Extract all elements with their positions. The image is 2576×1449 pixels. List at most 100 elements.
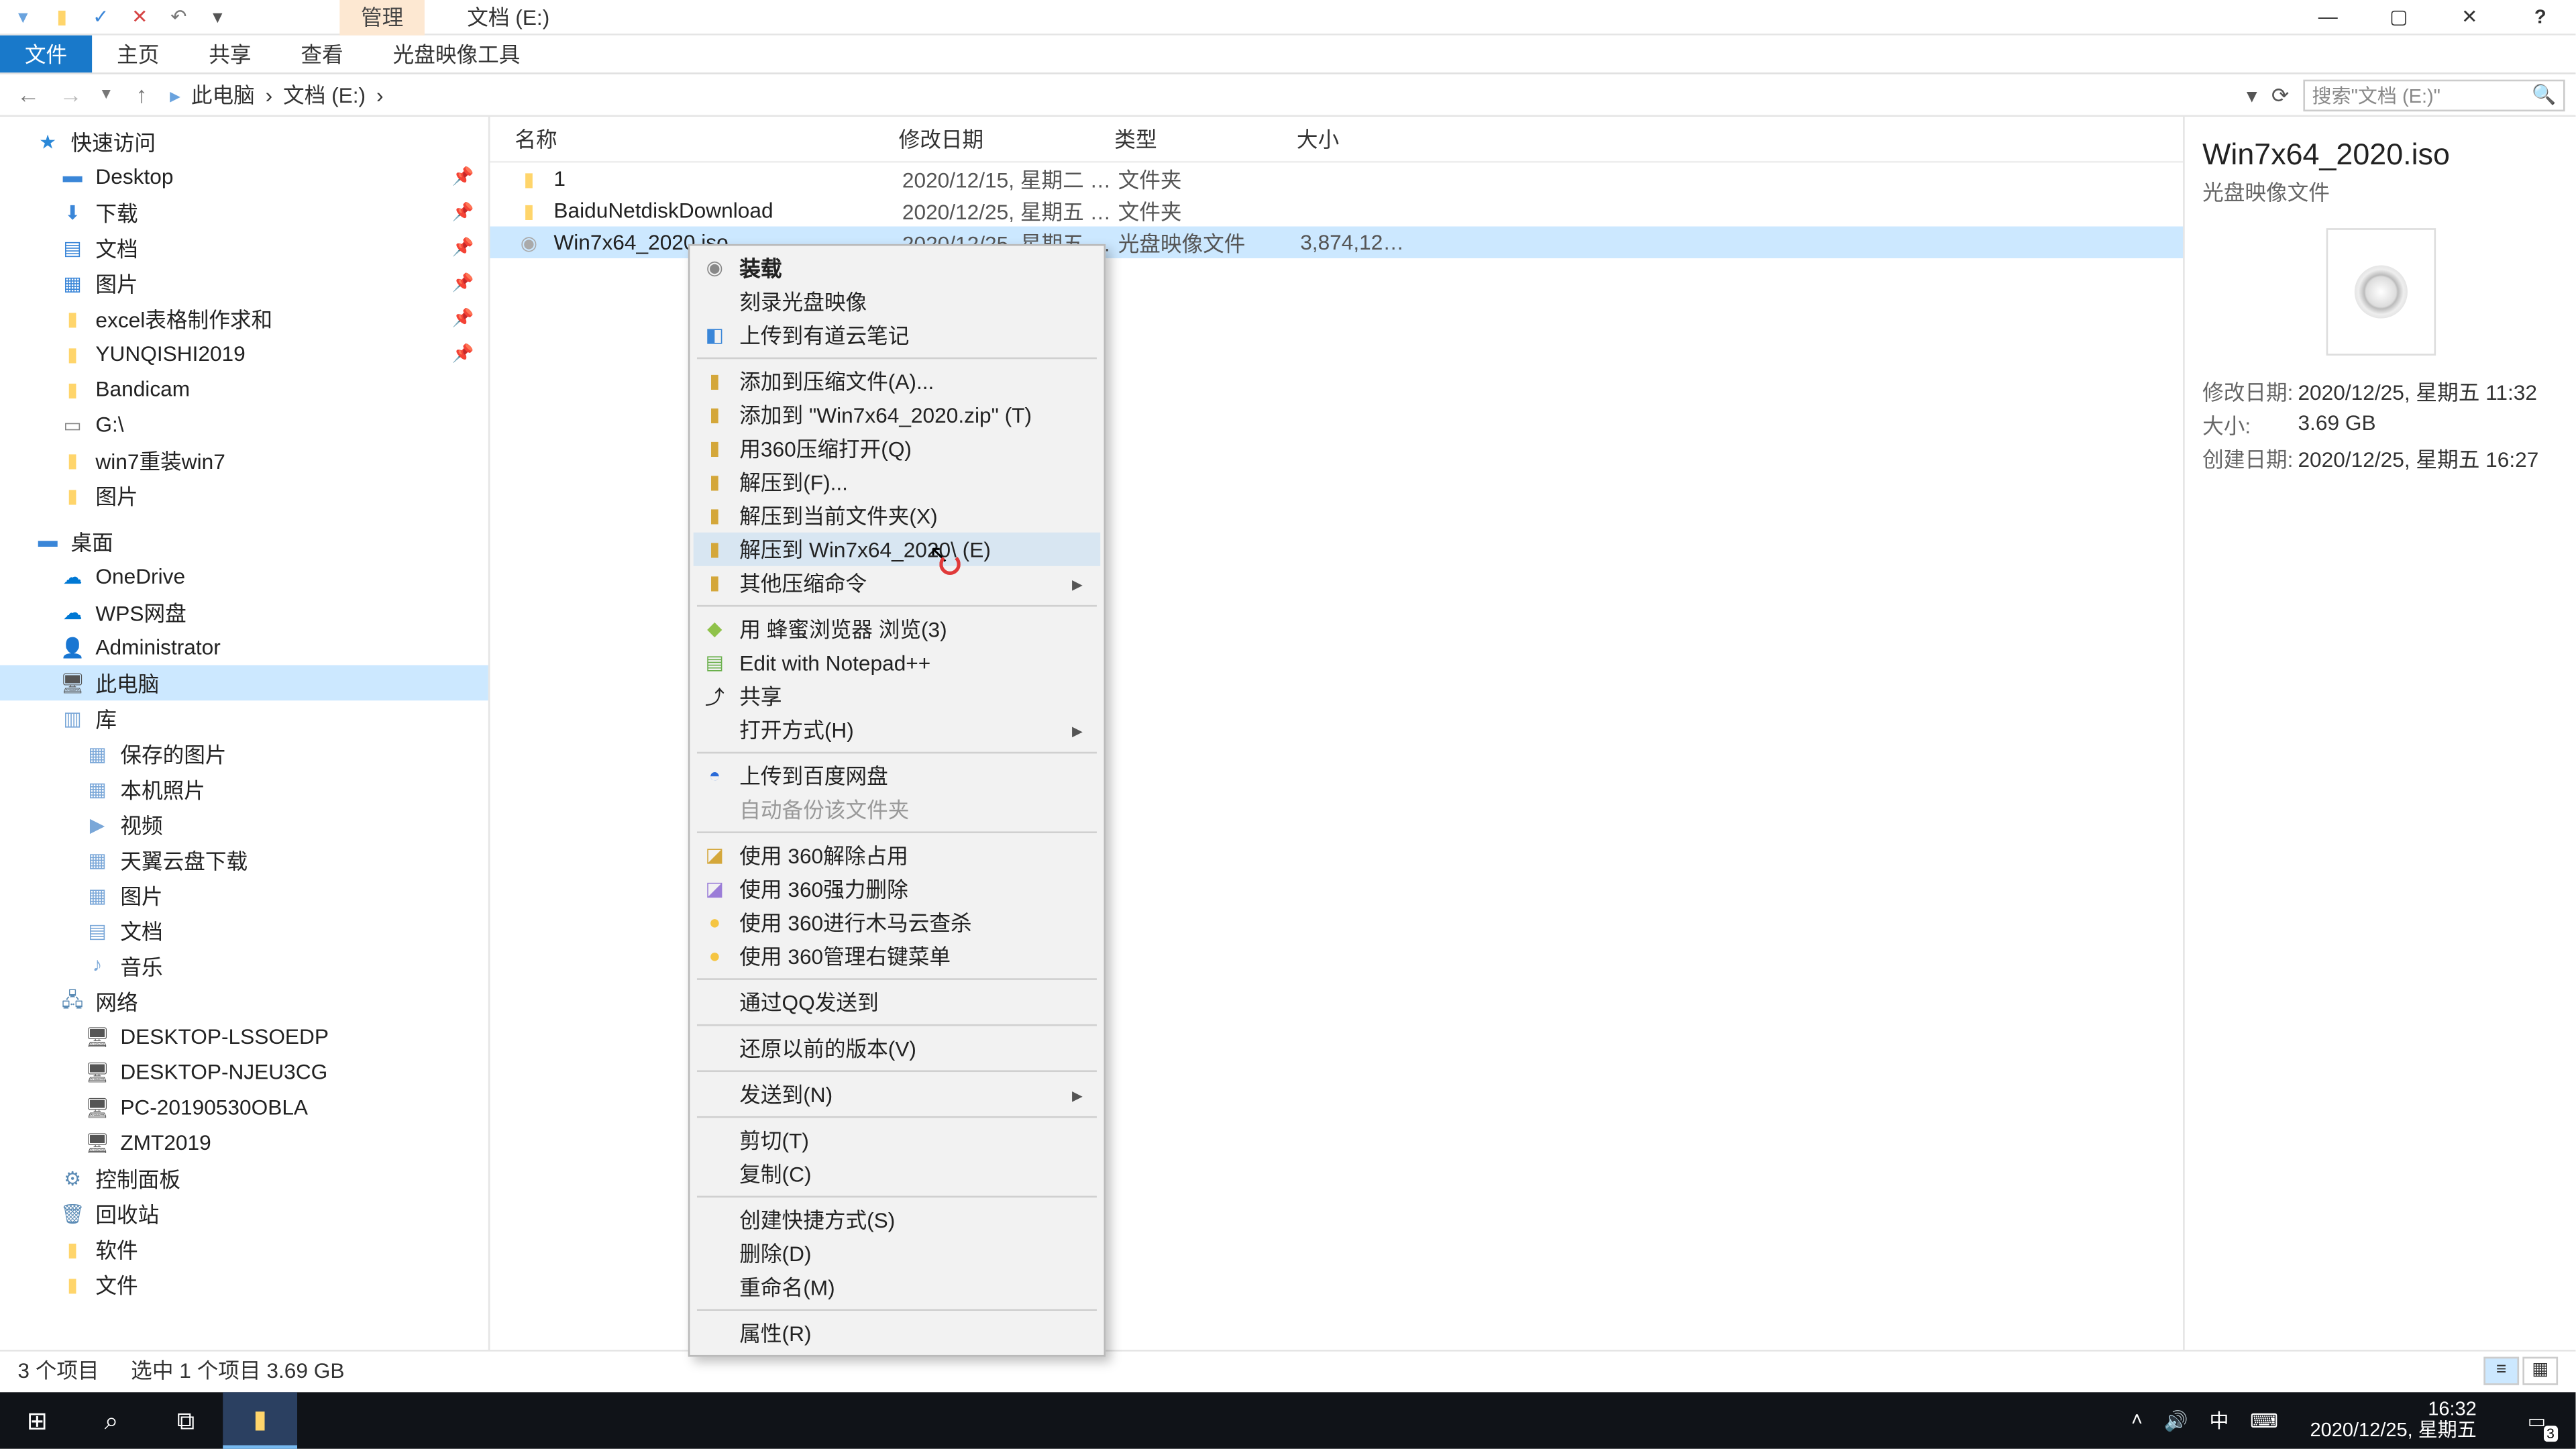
help-icon[interactable]: ? bbox=[2505, 0, 2575, 34]
cm-bee-browser[interactable]: ◆用 蜂蜜浏览器 浏览(3) bbox=[694, 612, 1101, 645]
cm-add-archive[interactable]: ▮添加到压缩文件(A)... bbox=[694, 364, 1101, 398]
nav-down-icon[interactable]: ▾ bbox=[7, 1, 39, 32]
close-button[interactable]: ✕ bbox=[2434, 0, 2505, 34]
nav-net-item[interactable]: 🖥DESKTOP-LSSOEDP bbox=[0, 1019, 488, 1055]
cm-extract-here[interactable]: ▮解压到当前文件夹(X) bbox=[694, 499, 1101, 533]
nav-quick-item[interactable]: ▮YUNQISHI2019📌 bbox=[0, 336, 488, 372]
cm-properties[interactable]: 属性(R) bbox=[694, 1316, 1101, 1350]
nav-lib-item[interactable]: ▶视频 bbox=[0, 806, 488, 842]
nav-net-item[interactable]: 🖥DESKTOP-NJEU3CG bbox=[0, 1055, 488, 1090]
nav-this-pc[interactable]: 🖥此电脑 bbox=[0, 665, 488, 701]
nav-quick-item[interactable]: ▮图片 bbox=[0, 478, 488, 513]
action-center-button[interactable]: ▭3 bbox=[2508, 1392, 2565, 1448]
start-button[interactable]: ⊞ bbox=[0, 1392, 74, 1448]
breadcrumb-pc[interactable]: 此电脑 bbox=[188, 80, 259, 110]
ribbon-home[interactable]: 主页 bbox=[92, 36, 184, 72]
nav-quick-item[interactable]: ▬Desktop📌 bbox=[0, 159, 488, 195]
nav-quick-item[interactable]: ▮Bandicam bbox=[0, 372, 488, 407]
nav-lib-item[interactable]: ▦保存的图片 bbox=[0, 736, 488, 771]
col-date[interactable]: 修改日期 bbox=[899, 124, 1115, 154]
cm-360-manage-context[interactable]: ●使用 360管理右键菜单 bbox=[694, 939, 1101, 973]
nav-lib-item[interactable]: ▦本机照片 bbox=[0, 771, 488, 807]
ime-indicator[interactable]: 中 bbox=[2209, 1406, 2229, 1434]
cm-rename[interactable]: 重命名(M) bbox=[694, 1270, 1101, 1303]
cm-360-unlock[interactable]: ◪使用 360解除占用 bbox=[694, 839, 1101, 872]
cm-youdao[interactable]: ◧上传到有道云笔记 bbox=[694, 319, 1101, 352]
nav-quick-item[interactable]: ▤文档📌 bbox=[0, 230, 488, 266]
cm-baidu[interactable]: ◓上传到百度网盘 bbox=[694, 759, 1101, 792]
undo-icon[interactable]: ↶ bbox=[163, 1, 195, 32]
recent-dropdown[interactable]: ▾ bbox=[95, 77, 117, 113]
nav-lib-item[interactable]: ▤文档 bbox=[0, 913, 488, 949]
tray-up-icon[interactable]: ˄ bbox=[2131, 1410, 2143, 1432]
nav-quick-item[interactable]: ▭G:\ bbox=[0, 407, 488, 443]
cm-qq-send[interactable]: 通过QQ发送到 bbox=[694, 985, 1101, 1019]
search-input[interactable]: 搜索"文档 (E:)" 🔍 bbox=[2303, 78, 2565, 110]
cm-add-named[interactable]: ▮添加到 "Win7x64_2020.zip" (T) bbox=[694, 398, 1101, 431]
cm-notepad[interactable]: ▤Edit with Notepad++ bbox=[694, 646, 1101, 680]
view-icons-button[interactable]: ▦ bbox=[2522, 1356, 2558, 1384]
contextual-tab-manage[interactable]: 管理 bbox=[339, 0, 425, 36]
col-type[interactable]: 类型 bbox=[1114, 124, 1297, 154]
breadcrumb-doc[interactable]: 文档 (E:) bbox=[280, 80, 370, 110]
nav-wps[interactable]: ☁WPS网盘 bbox=[0, 594, 488, 630]
maximize-button[interactable]: ▢ bbox=[2363, 0, 2434, 34]
nav-onedrive[interactable]: ☁OneDrive bbox=[0, 559, 488, 594]
refresh-icon[interactable]: ⟳ bbox=[2264, 83, 2296, 107]
col-size[interactable]: 大小 bbox=[1297, 124, 1403, 154]
nav-quick-item[interactable]: ▮excel表格制作求和📌 bbox=[0, 301, 488, 336]
nav-net-item[interactable]: 🖥ZMT2019 bbox=[0, 1125, 488, 1161]
nav-quick-item[interactable]: ⬇下载📌 bbox=[0, 195, 488, 230]
address-dropdown-icon[interactable]: ▾ bbox=[2247, 83, 2257, 107]
nav-quick-access[interactable]: ★快速访问 bbox=[0, 124, 488, 160]
nav-quick-item[interactable]: ▮win7重装win7 bbox=[0, 442, 488, 478]
cm-other-compress[interactable]: ▮其他压缩命令▸ bbox=[694, 566, 1101, 600]
cm-burn[interactable]: 刻录光盘映像 bbox=[694, 285, 1101, 319]
ribbon-share[interactable]: 共享 bbox=[184, 36, 276, 72]
nav-lib-item[interactable]: ♪音乐 bbox=[0, 948, 488, 983]
breadcrumb[interactable]: ▸ 此电脑 › 文档 (E:) › bbox=[166, 80, 387, 110]
cm-360-scan[interactable]: ●使用 360进行木马云查杀 bbox=[694, 906, 1101, 939]
file-row[interactable]: ▮ BaiduNetdiskDownload 2020/12/25, 星期五 1… bbox=[490, 195, 2183, 226]
col-name[interactable]: 名称 bbox=[515, 124, 898, 154]
cm-open-360zip[interactable]: ▮用360压缩打开(Q) bbox=[694, 431, 1101, 465]
nav-network[interactable]: 🖧网络 bbox=[0, 983, 488, 1019]
cm-360-force-delete[interactable]: ◪使用 360强力删除 bbox=[694, 872, 1101, 906]
cm-restore-versions[interactable]: 还原以前的版本(V) bbox=[694, 1031, 1101, 1065]
cm-copy[interactable]: 复制(C) bbox=[694, 1157, 1101, 1191]
volume-icon[interactable]: 🔊 bbox=[2164, 1409, 2188, 1432]
nav-software[interactable]: ▮软件 bbox=[0, 1231, 488, 1267]
task-view-button[interactable]: ⧉ bbox=[149, 1392, 223, 1448]
search-button[interactable]: ⌕ bbox=[74, 1392, 149, 1448]
ribbon-view[interactable]: 查看 bbox=[276, 36, 368, 72]
explorer-taskbar-icon[interactable]: ▮ bbox=[223, 1392, 297, 1448]
cm-cut[interactable]: 剪切(T) bbox=[694, 1123, 1101, 1157]
cm-open-with[interactable]: 打开方式(H)▸ bbox=[694, 713, 1101, 747]
minimize-button[interactable]: — bbox=[2293, 0, 2363, 34]
chevron-right-icon[interactable]: › bbox=[262, 83, 276, 107]
nav-desktop[interactable]: ▬桌面 bbox=[0, 524, 488, 559]
cm-send-to[interactable]: 发送到(N)▸ bbox=[694, 1077, 1101, 1111]
nav-recycle-bin[interactable]: 🗑回收站 bbox=[0, 1196, 488, 1232]
nav-files[interactable]: ▮文件 bbox=[0, 1267, 488, 1302]
chevron-right-icon[interactable]: › bbox=[373, 83, 387, 107]
nav-libraries[interactable]: ▥库 bbox=[0, 700, 488, 736]
cm-extract-to[interactable]: ▮解压到(F)... bbox=[694, 466, 1101, 499]
nav-admin[interactable]: 👤Administrator bbox=[0, 630, 488, 665]
check-icon[interactable]: ✓ bbox=[85, 1, 117, 32]
back-button[interactable]: ← bbox=[11, 77, 46, 113]
folder-icon[interactable]: ▮ bbox=[46, 1, 78, 32]
close-qa-icon[interactable]: ✕ bbox=[124, 1, 156, 32]
nav-control-panel[interactable]: ⚙控制面板 bbox=[0, 1161, 488, 1196]
cm-delete[interactable]: 删除(D) bbox=[694, 1236, 1101, 1270]
nav-lib-item[interactable]: ▦图片 bbox=[0, 877, 488, 913]
ribbon-disc-tools[interactable]: 光盘映像工具 bbox=[368, 36, 545, 72]
view-details-button[interactable]: ≡ bbox=[2483, 1356, 2519, 1384]
nav-lib-item[interactable]: ▦天翼云盘下载 bbox=[0, 842, 488, 877]
up-button[interactable]: ↑ bbox=[124, 77, 160, 113]
cm-mount[interactable]: ◉装载 bbox=[694, 251, 1101, 284]
nav-quick-item[interactable]: ▦图片📌 bbox=[0, 266, 488, 301]
qat-more-icon[interactable]: ▾ bbox=[202, 1, 233, 32]
cm-shortcut[interactable]: 创建快捷方式(S) bbox=[694, 1203, 1101, 1236]
ribbon-file[interactable]: 文件 bbox=[0, 36, 92, 72]
